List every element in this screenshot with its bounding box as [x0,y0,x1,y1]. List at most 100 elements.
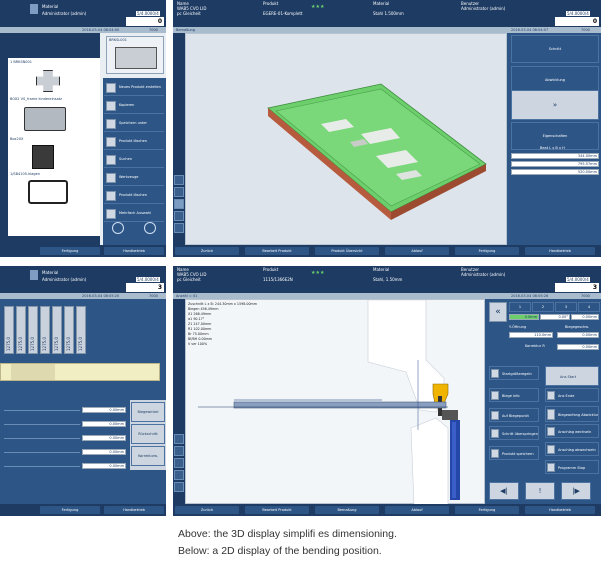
control-button[interactable]: Startgrößeregeln [489,366,539,380]
back-step-icon[interactable]: « [489,302,507,322]
view-tool-icon[interactable] [174,175,184,185]
side-button[interactable]: Schnitt [511,35,599,63]
view-tool-icon[interactable] [174,223,184,233]
value-field[interactable]: 0.00mm [82,449,126,455]
handbetrieb-button[interactable]: Handbetrieb [104,247,164,255]
axis-tab[interactable]: 1 [509,302,531,312]
bend-bar[interactable]: 1275.0 [40,306,50,354]
header-bar: Name WAB5 CVO LID pc Gleicheit Produkt E… [173,0,601,27]
menu-item-icon [106,119,116,129]
control-button[interactable]: Produkt speichern [489,446,539,460]
axis-tab[interactable]: 2 [532,302,554,312]
top-thumb[interactable]: BRKSL001 [106,36,164,74]
back-button[interactable]: Zurück [175,247,239,255]
view-tool-icon[interactable] [174,211,184,221]
handbetrieb-button[interactable]: Handbetrieb [525,506,595,514]
thumb-item-4[interactable]: 1/SB4105-klagen [8,172,100,210]
material-label: Material [373,267,390,272]
sequence-button[interactable]: Ablauf [385,247,449,255]
menu-item-label: Neues Produkt erstellen [119,85,161,89]
control-button-label: Biege info [502,393,520,398]
view-tool-icon[interactable] [174,470,184,480]
value-field[interactable]: 0.00mm [82,407,126,413]
option-button[interactable]: Biegewinkel [131,402,165,422]
menu-item[interactable]: Produkt löschen [104,188,164,204]
view-tool-icon[interactable] [174,434,184,444]
control-button[interactable]: Anschlag wechseln [545,424,599,438]
control-button-icon [547,463,555,472]
nav-last-button[interactable]: |▶ [561,482,591,500]
menu-item-label: Produkt löschen [119,139,147,143]
control-button[interactable]: Auf Biegepunkt [489,408,539,422]
menu-item[interactable]: Produkt löschen [104,134,164,150]
control-button[interactable]: Biege info [489,388,539,402]
view-tool-icon[interactable] [174,187,184,197]
nav-first-button[interactable]: ◀| [489,482,519,500]
menu-item-label: Speichern unter [119,121,147,125]
menu-item[interactable]: Suchen [104,152,164,168]
menu-item[interactable]: Mehrfach Auswahl [104,206,164,222]
handbetrieb-button[interactable]: Handbetrieb [525,247,595,255]
zoom-out-icon[interactable] [144,222,156,234]
y-opening-field[interactable]: 110.0mm [509,332,553,338]
menu-item[interactable]: Speichern unter [104,116,164,132]
menu-item-icon [106,173,116,183]
control-button[interactable]: Ans Start [545,366,599,386]
bend-bar[interactable]: 1275.0 [28,306,38,354]
3d-viewport[interactable] [185,33,507,245]
thumb-item-3[interactable]: Box20X [8,137,100,173]
correction-field[interactable]: 0.00mm [557,344,599,350]
sequence-button[interactable]: Ablauf [385,506,449,514]
option-button[interactable]: Rückschritt [131,424,165,444]
thumb-item-1[interactable]: 1 BRKSN001 [8,60,100,96]
view-tool-icon[interactable] [174,199,184,209]
back-button[interactable]: Zurück [175,506,239,514]
thumb-item-2[interactable]: BOX2 VS_frame kindereinsatz [8,97,100,135]
dimension-button[interactable]: Bemaßung [315,506,379,514]
nav-warning-button[interactable]: ! [525,482,555,500]
fertigung-button[interactable]: Fertigung [455,247,519,255]
bend-bar-label: 1275.0 [54,337,59,351]
fertigung-button[interactable]: Fertigung [40,506,100,514]
control-button[interactable]: Schritt überspringen [489,426,539,440]
handbetrieb-button[interactable]: Handbetrieb [104,506,164,514]
axis-tab[interactable]: 4 [578,302,600,312]
view-tool-icon[interactable] [174,482,184,492]
edit-product-button[interactable]: Bearbeit Produkt [245,247,309,255]
side-button[interactable]: » [511,90,599,120]
thumb-label: BOX2 VS_frame kindereinsatz [10,97,62,101]
bend-bar[interactable]: 1275.0 [64,306,74,354]
menu-item[interactable]: Kopieren [104,98,164,114]
axis-tab[interactable]: 3 [555,302,577,312]
control-button-label: Ans Ende [558,393,575,398]
name-sub: pc Gleicheit [177,11,201,16]
value-field[interactable]: 0.00mm [82,421,126,427]
bend-bar[interactable]: 1275.0 [16,306,26,354]
menu-item-icon [106,191,116,201]
product-overview-button[interactable]: Produkt Übersicht [315,247,379,255]
fertigung-button[interactable]: Fertigung [40,247,100,255]
product-value: 1115/1366E2N [263,277,293,282]
fertigung-button[interactable]: Fertigung [455,506,519,514]
2d-bend-section [198,300,460,505]
option-button[interactable]: Korrekturw. [131,446,165,466]
edit-product-button[interactable]: Bearbeit Produkt [245,506,309,514]
2d-viewport[interactable]: Zuschnitt L x B: 244.30mm x 1598.00mm Bie… [185,299,485,505]
zoom-in-icon[interactable] [112,222,124,234]
control-button[interactable]: Biegeanfang Abwicklung [545,406,599,422]
bend-bar[interactable]: 1275.0 [52,306,62,354]
caption-line-1: Above: the 3D display simplifi es dimens… [178,528,397,540]
value-field[interactable]: 0.00mm [82,435,126,441]
control-button-icon [491,449,499,458]
bend-bar[interactable]: 1275.0 [76,306,86,354]
value-field[interactable]: 0.00mm [82,463,126,469]
menu-item[interactable]: Werkzeuge [104,170,164,186]
control-button[interactable]: Anschlag abwechseln [545,442,599,456]
bend-bar[interactable]: 1275.0 [4,306,14,354]
view-tool-icon[interactable] [174,458,184,468]
control-button[interactable]: Ans Ende [545,388,599,402]
view-tool-icon[interactable] [174,446,184,456]
menu-item[interactable]: Neues Produkt erstellen [104,80,164,96]
control-button[interactable]: Programm Stop [545,460,599,474]
speed-field[interactable]: 0.00mm [557,332,599,338]
